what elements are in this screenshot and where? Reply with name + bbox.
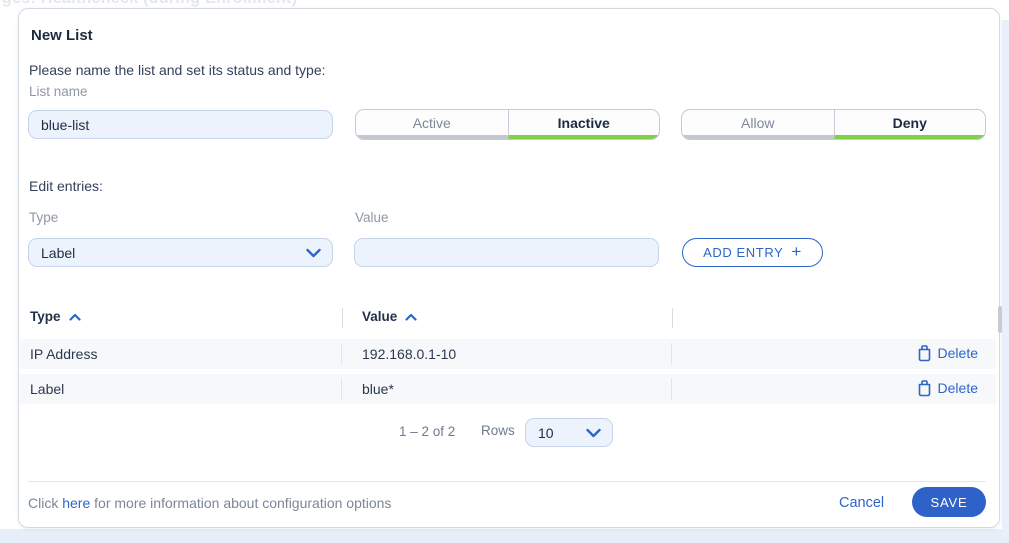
status-option-inactive[interactable]: Inactive bbox=[508, 110, 660, 139]
trash-icon bbox=[917, 344, 932, 362]
column-divider bbox=[342, 308, 343, 328]
chevron-down-icon bbox=[586, 428, 601, 438]
background-page-heading: ges: Healthcheck (during Enrollment) bbox=[2, 0, 297, 8]
column-divider bbox=[672, 308, 673, 328]
rows-per-page-value: 10 bbox=[538, 425, 554, 441]
status-option-active[interactable]: Active bbox=[356, 110, 508, 139]
entry-value-input[interactable] bbox=[354, 238, 659, 267]
add-entry-label: ADD ENTRY bbox=[703, 245, 783, 260]
cancel-button[interactable]: Cancel bbox=[839, 495, 884, 511]
list-name-input[interactable] bbox=[28, 110, 333, 139]
type-option-deny[interactable]: Deny bbox=[834, 110, 986, 139]
delete-button[interactable]: Delete bbox=[917, 379, 978, 397]
pagination-range: 1 – 2 of 2 bbox=[399, 424, 455, 439]
column-header-type[interactable]: Type bbox=[30, 309, 81, 324]
row-value-cell: 192.168.0.1-10 bbox=[362, 346, 456, 362]
row-type-cell: Label bbox=[30, 381, 64, 397]
column-divider bbox=[671, 343, 672, 365]
edit-entries-heading: Edit entries: bbox=[29, 178, 103, 194]
list-type-toggle: Allow Deny bbox=[681, 109, 986, 140]
delete-label: Delete bbox=[938, 380, 978, 396]
trash-icon bbox=[917, 379, 932, 397]
chevron-down-icon bbox=[306, 248, 321, 258]
new-list-dialog: New List Please name the list and set it… bbox=[18, 8, 1000, 528]
entries-table-header: Type Value bbox=[20, 306, 997, 332]
delete-button[interactable]: Delete bbox=[917, 344, 978, 362]
plus-icon: + bbox=[791, 242, 802, 262]
sort-ascending-icon bbox=[405, 313, 417, 321]
status-toggle: Active Inactive bbox=[355, 109, 660, 140]
column-divider bbox=[341, 343, 342, 365]
delete-label: Delete bbox=[938, 345, 978, 361]
footer-help-text: Click here for more information about co… bbox=[28, 495, 391, 511]
entry-type-label: Type bbox=[29, 210, 58, 225]
entry-type-selected-value: Label bbox=[41, 245, 75, 261]
entry-value-label: Value bbox=[355, 210, 389, 225]
page-background-bottom bbox=[0, 529, 1009, 543]
entry-type-select[interactable]: Label bbox=[28, 238, 333, 267]
dialog-title: New List bbox=[31, 27, 93, 44]
add-entry-button[interactable]: ADD ENTRY + bbox=[682, 238, 823, 267]
page-background-right bbox=[1002, 20, 1009, 540]
type-option-allow[interactable]: Allow bbox=[682, 110, 834, 139]
sort-ascending-icon bbox=[69, 313, 81, 321]
dialog-intro-text: Please name the list and set its status … bbox=[29, 62, 326, 78]
list-name-label: List name bbox=[29, 84, 88, 99]
more-info-link[interactable]: here bbox=[62, 495, 90, 511]
table-row: IP Address 192.168.0.1-10 Delete bbox=[20, 339, 996, 369]
rows-per-page-label: Rows bbox=[481, 423, 515, 438]
row-type-cell: IP Address bbox=[30, 346, 97, 362]
save-button[interactable]: SAVE bbox=[912, 487, 986, 517]
footer-divider bbox=[28, 481, 986, 482]
column-header-value[interactable]: Value bbox=[362, 309, 417, 324]
row-value-cell: blue* bbox=[362, 381, 394, 397]
column-divider bbox=[341, 378, 342, 400]
column-divider bbox=[671, 378, 672, 400]
table-row: Label blue* Delete bbox=[20, 374, 996, 404]
rows-per-page-select[interactable]: 10 bbox=[525, 418, 613, 447]
table-scrollbar[interactable] bbox=[998, 306, 1002, 333]
